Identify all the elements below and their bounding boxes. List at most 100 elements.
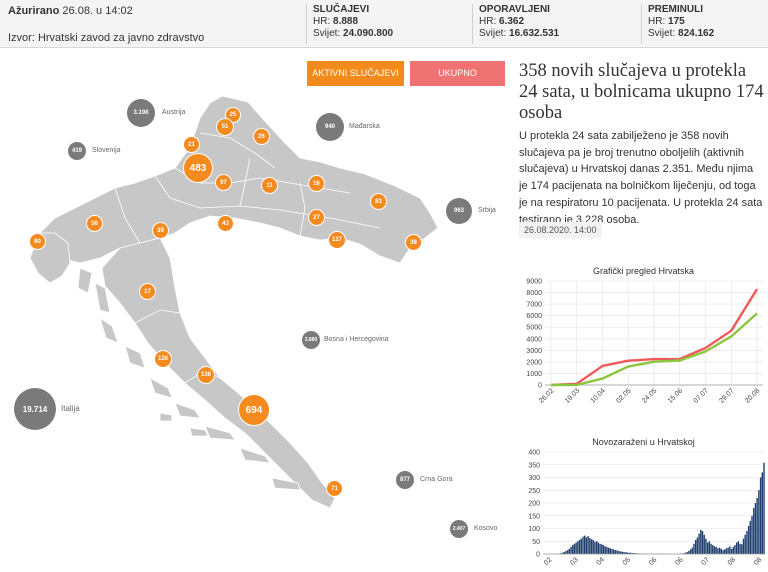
bar bbox=[715, 546, 717, 554]
x-tick-label: 26.02 bbox=[538, 387, 555, 404]
bar bbox=[583, 535, 586, 554]
bar bbox=[592, 539, 594, 554]
county-bubble[interactable]: 26 bbox=[253, 128, 270, 145]
country-bubble[interactable]: 2.407 bbox=[450, 520, 468, 538]
x-tick-label: 02.05 bbox=[615, 387, 632, 404]
bar bbox=[735, 542, 738, 554]
county-bubble[interactable]: 43 bbox=[217, 215, 234, 232]
bar bbox=[747, 525, 750, 554]
county-bubble[interactable]: 38 bbox=[405, 234, 422, 251]
stat-hr-label: HR: bbox=[648, 16, 666, 27]
bar bbox=[758, 490, 760, 554]
bar bbox=[570, 546, 572, 554]
article-date: 26.08.2020. 14:00 bbox=[519, 222, 602, 238]
bar bbox=[614, 550, 617, 554]
county-bubble[interactable]: 27 bbox=[308, 209, 325, 226]
bar bbox=[713, 546, 716, 554]
county-bubble[interactable]: 127 bbox=[328, 231, 346, 249]
county-bubble[interactable]: 21 bbox=[183, 136, 200, 153]
bar bbox=[729, 546, 731, 554]
country-bubble[interactable]: 419 bbox=[68, 142, 86, 160]
y-tick-label: 250 bbox=[528, 488, 540, 495]
country-label: Crna Gora bbox=[420, 476, 453, 483]
bar bbox=[698, 533, 700, 554]
country-bubble[interactable]: 877 bbox=[396, 471, 414, 489]
stat-recovered: OPORAVLJENI HR: 6.362 Svijet: 16.632.531 bbox=[472, 4, 637, 44]
country-bubble[interactable]: 19.714 bbox=[14, 388, 56, 430]
bar bbox=[717, 548, 719, 554]
county-bubble[interactable]: 83 bbox=[370, 193, 387, 210]
x-tick-label: 03 bbox=[569, 556, 580, 567]
x-tick-label: 08 bbox=[753, 556, 764, 567]
county-bubble[interactable]: 136 bbox=[197, 366, 215, 384]
bar bbox=[724, 549, 726, 554]
county-bubble[interactable]: 97 bbox=[215, 174, 232, 191]
country-bubble[interactable]: 3.198 bbox=[127, 99, 155, 127]
stat-hr-value: 8.888 bbox=[333, 16, 359, 27]
bar bbox=[696, 537, 699, 554]
article-headline: 358 novih slučajeva u protekla 24 sata, … bbox=[519, 61, 764, 123]
x-tick-label: 19.03 bbox=[564, 387, 581, 404]
active-cases-button[interactable]: AKTIVNI SLUČAJEVI bbox=[307, 61, 404, 86]
y-tick-label: 0 bbox=[536, 552, 540, 559]
country-label: Bosna i Hercegovina bbox=[324, 336, 389, 343]
bar-chart: 0 50 100 150 200 250 300 350 400 02 03 04 05 06 06 07 08… bbox=[528, 450, 765, 567]
county-bubble[interactable]: 39 bbox=[152, 222, 169, 239]
bar bbox=[746, 531, 748, 554]
y-tick-label: 8000 bbox=[526, 290, 542, 297]
country-bubble[interactable]: 3.880 bbox=[302, 331, 320, 349]
stats-bar: Ažurirano 26.08. u 14:02 Izvor: Hrvatski… bbox=[0, 0, 768, 48]
bar bbox=[732, 546, 734, 554]
y-tick-label: 2000 bbox=[526, 359, 542, 366]
bar bbox=[701, 531, 704, 554]
country-label: Kosovo bbox=[474, 525, 498, 532]
county-bubble[interactable]: 51 bbox=[216, 118, 234, 136]
x-tick-label: 07.07 bbox=[693, 387, 710, 404]
stat-world-label: Svijet: bbox=[313, 28, 341, 39]
county-bubble[interactable]: 16 bbox=[308, 175, 325, 192]
county-bubble[interactable]: 483 bbox=[183, 153, 213, 183]
y-tick-label: 5000 bbox=[526, 325, 542, 332]
county-bubble[interactable]: 126 bbox=[154, 350, 172, 368]
stat-world-label: Svijet: bbox=[479, 28, 507, 39]
bar bbox=[754, 503, 757, 554]
y-tick-label: 0 bbox=[538, 383, 542, 390]
county-bubble[interactable]: 17 bbox=[139, 283, 156, 300]
y-tick-label: 4000 bbox=[526, 336, 542, 343]
bar bbox=[601, 544, 603, 554]
bar bbox=[749, 520, 752, 554]
bar bbox=[688, 550, 690, 554]
y-tick-label: 100 bbox=[528, 526, 540, 533]
stat-hr-value: 175 bbox=[668, 16, 685, 27]
county-bubble[interactable]: 80 bbox=[29, 233, 46, 250]
x-tick-label: 07 bbox=[700, 556, 711, 567]
country-label: Mađarska bbox=[349, 123, 380, 130]
bar bbox=[763, 462, 765, 554]
county-bubble[interactable]: 694 bbox=[238, 394, 270, 426]
county-bubble[interactable]: 11 bbox=[261, 177, 278, 194]
bar bbox=[575, 542, 577, 554]
county-bubble[interactable]: 71 bbox=[326, 480, 343, 497]
stat-deaths: PREMINULI HR: 175 Svijet: 824.162 bbox=[641, 4, 766, 44]
bar bbox=[756, 497, 758, 554]
bar bbox=[708, 541, 711, 554]
x-tick-label: 06 bbox=[674, 556, 685, 567]
country-bubble[interactable]: 963 bbox=[446, 198, 472, 224]
bar bbox=[741, 544, 743, 554]
bar bbox=[573, 543, 576, 554]
total-button[interactable]: UKUPNO bbox=[410, 61, 505, 86]
bar bbox=[739, 543, 741, 554]
stat-hr-value: 6.362 bbox=[499, 16, 525, 27]
bar bbox=[597, 542, 600, 554]
bar bbox=[572, 545, 574, 554]
bar bbox=[753, 508, 755, 554]
y-tick-label: 350 bbox=[528, 462, 540, 469]
county-bubble[interactable]: 56 bbox=[86, 215, 103, 232]
bar bbox=[590, 539, 593, 554]
y-tick-label: 6000 bbox=[526, 313, 542, 320]
bar bbox=[607, 547, 610, 554]
bar bbox=[568, 548, 571, 554]
line-chart: 0 1000 2000 3000 4000 5000 6000 7000 8000 9000 26.… bbox=[526, 279, 763, 405]
country-bubble[interactable]: 940 bbox=[316, 113, 344, 141]
update-info: Ažurirano 26.08. u 14:02 Izvor: Hrvatski… bbox=[8, 5, 204, 44]
